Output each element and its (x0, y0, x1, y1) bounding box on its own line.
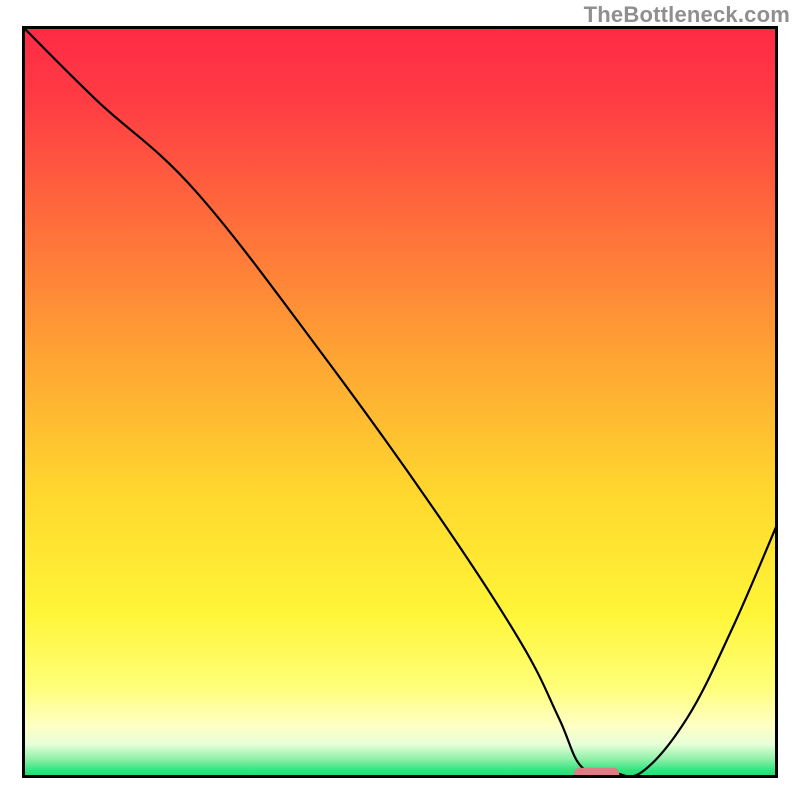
gradient-background (22, 26, 778, 778)
chart-container: TheBottleneck.com (0, 0, 800, 800)
watermark-text: TheBottleneck.com (584, 2, 790, 28)
bottleneck-chart (22, 26, 778, 778)
plot-area (22, 26, 778, 778)
